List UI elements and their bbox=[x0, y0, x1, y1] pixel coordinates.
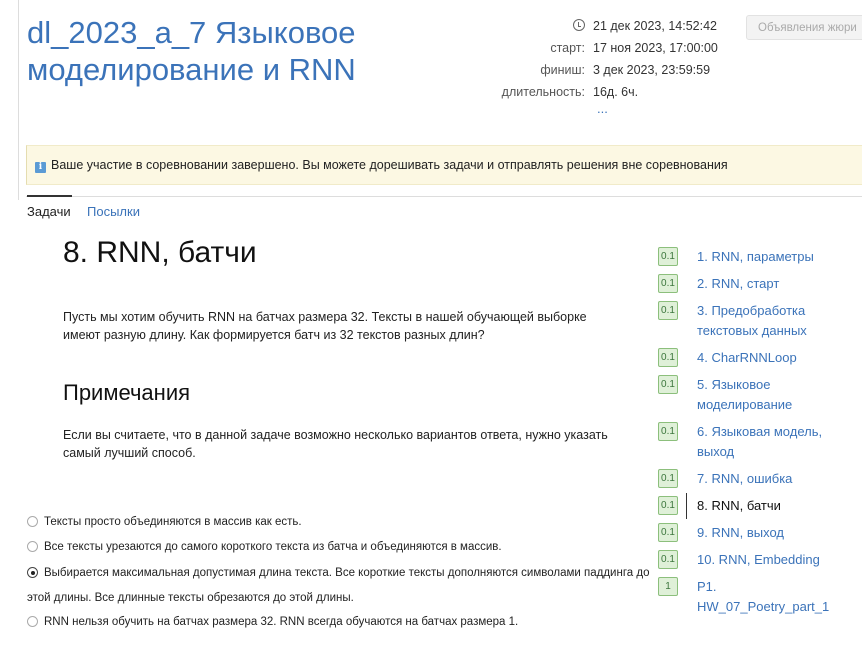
radio-button[interactable] bbox=[27, 616, 38, 627]
answer-option[interactable]: Тексты просто объединяются в массив как … bbox=[27, 510, 652, 535]
alert-text: Ваше участие в соревновании завершено. В… bbox=[51, 158, 728, 172]
notes-text: Если вы считаете, что в данной задаче во… bbox=[63, 428, 608, 460]
tab-submissions[interactable]: Посылки bbox=[87, 204, 140, 219]
left-border bbox=[18, 0, 19, 200]
participation-alert: i Ваше участие в соревновании завершено. … bbox=[26, 145, 862, 185]
score-badge: 0.1 bbox=[658, 550, 678, 569]
score-badge: 0.1 bbox=[658, 274, 678, 293]
score-badge: 0.1 bbox=[658, 496, 678, 515]
start-value: 17 ноя 2023, 17:00:00 bbox=[593, 41, 718, 55]
finish-value: 3 дек 2023, 23:59:59 bbox=[593, 63, 711, 77]
answer-option-selected[interactable]: Выбирается максимальная допустимая длина… bbox=[27, 561, 652, 611]
more-link[interactable]: ... bbox=[597, 101, 608, 116]
current-time: 21 дек 2023, 14:52:42 bbox=[593, 19, 717, 33]
sidebar-problem-link[interactable]: 4. CharRNNLoop bbox=[697, 348, 847, 368]
jury-announcements-button[interactable]: Объявления жюри bbox=[746, 15, 862, 40]
sidebar-problem-link[interactable]: 2. RNN, старт bbox=[697, 274, 847, 294]
sidebar-problem-link[interactable]: 7. RNN, ошибка bbox=[697, 469, 847, 489]
duration-label: длительность: bbox=[501, 85, 585, 99]
score-badge: 0.1 bbox=[658, 348, 678, 367]
option-label: Все тексты урезаются до самого короткого… bbox=[44, 541, 502, 553]
problem-title: 8. RNN, батчи bbox=[63, 236, 257, 269]
sidebar-problem-current[interactable]: 8. RNN, батчи bbox=[697, 496, 847, 516]
contest-meta: 21 дек 2023, 14:52:42 старт: 17 ноя 2023… bbox=[436, 16, 718, 104]
score-badge: 0.1 bbox=[658, 375, 678, 394]
sidebar-problem-link[interactable]: 9. RNN, выход bbox=[697, 523, 847, 543]
score-badge: 0.1 bbox=[658, 469, 678, 488]
sidebar-problem-link[interactable]: 1. RNN, параметры bbox=[697, 247, 847, 267]
score-badge: 0.1 bbox=[658, 301, 678, 320]
radio-button[interactable] bbox=[27, 541, 38, 552]
score-badge: 0.1 bbox=[658, 422, 678, 441]
finish-label: финиш: bbox=[540, 63, 585, 77]
score-badge: 0.1 bbox=[658, 247, 678, 266]
score-badge: 0.1 bbox=[658, 523, 678, 542]
sidebar-problem-link[interactable]: P1. HW_07_Poetry_part_1 bbox=[697, 577, 847, 617]
start-label: старт: bbox=[550, 41, 585, 55]
sidebar-problem-link[interactable]: 10. RNN, Embedding bbox=[697, 550, 847, 570]
sidebar-problem-link[interactable]: 3. Предобработка текстовых данных bbox=[697, 301, 847, 341]
tabs-divider bbox=[26, 196, 862, 197]
info-icon: i bbox=[35, 162, 46, 173]
notes-title: Примечания bbox=[63, 380, 191, 405]
radio-button[interactable] bbox=[27, 516, 38, 527]
current-problem-marker bbox=[686, 493, 687, 519]
contest-title: dl_2023_a_7 Языковое моделирование и RNN bbox=[27, 15, 356, 87]
sidebar-problem-link[interactable]: 5. Языковое моделирование bbox=[697, 375, 847, 415]
clock-icon bbox=[573, 19, 585, 31]
option-label: Выбирается максимальная допустимая длина… bbox=[27, 567, 650, 604]
answer-option[interactable]: Все тексты урезаются до самого короткого… bbox=[27, 535, 652, 560]
answer-option[interactable]: RNN нельзя обучить на батчах размера 32.… bbox=[27, 610, 652, 635]
active-tab-indicator bbox=[27, 195, 72, 197]
radio-button-checked[interactable] bbox=[27, 567, 38, 578]
option-label: Тексты просто объединяются в массив как … bbox=[44, 516, 302, 528]
problem-statement: Пусть мы хотим обучить RNN на батчах раз… bbox=[63, 310, 587, 342]
option-label: RNN нельзя обучить на батчах размера 32.… bbox=[44, 616, 519, 628]
tab-problems[interactable]: Задачи bbox=[27, 204, 71, 219]
score-badge: 1 bbox=[658, 577, 678, 596]
sidebar-problem-link[interactable]: 6. Языковая модель, выход bbox=[697, 422, 847, 462]
